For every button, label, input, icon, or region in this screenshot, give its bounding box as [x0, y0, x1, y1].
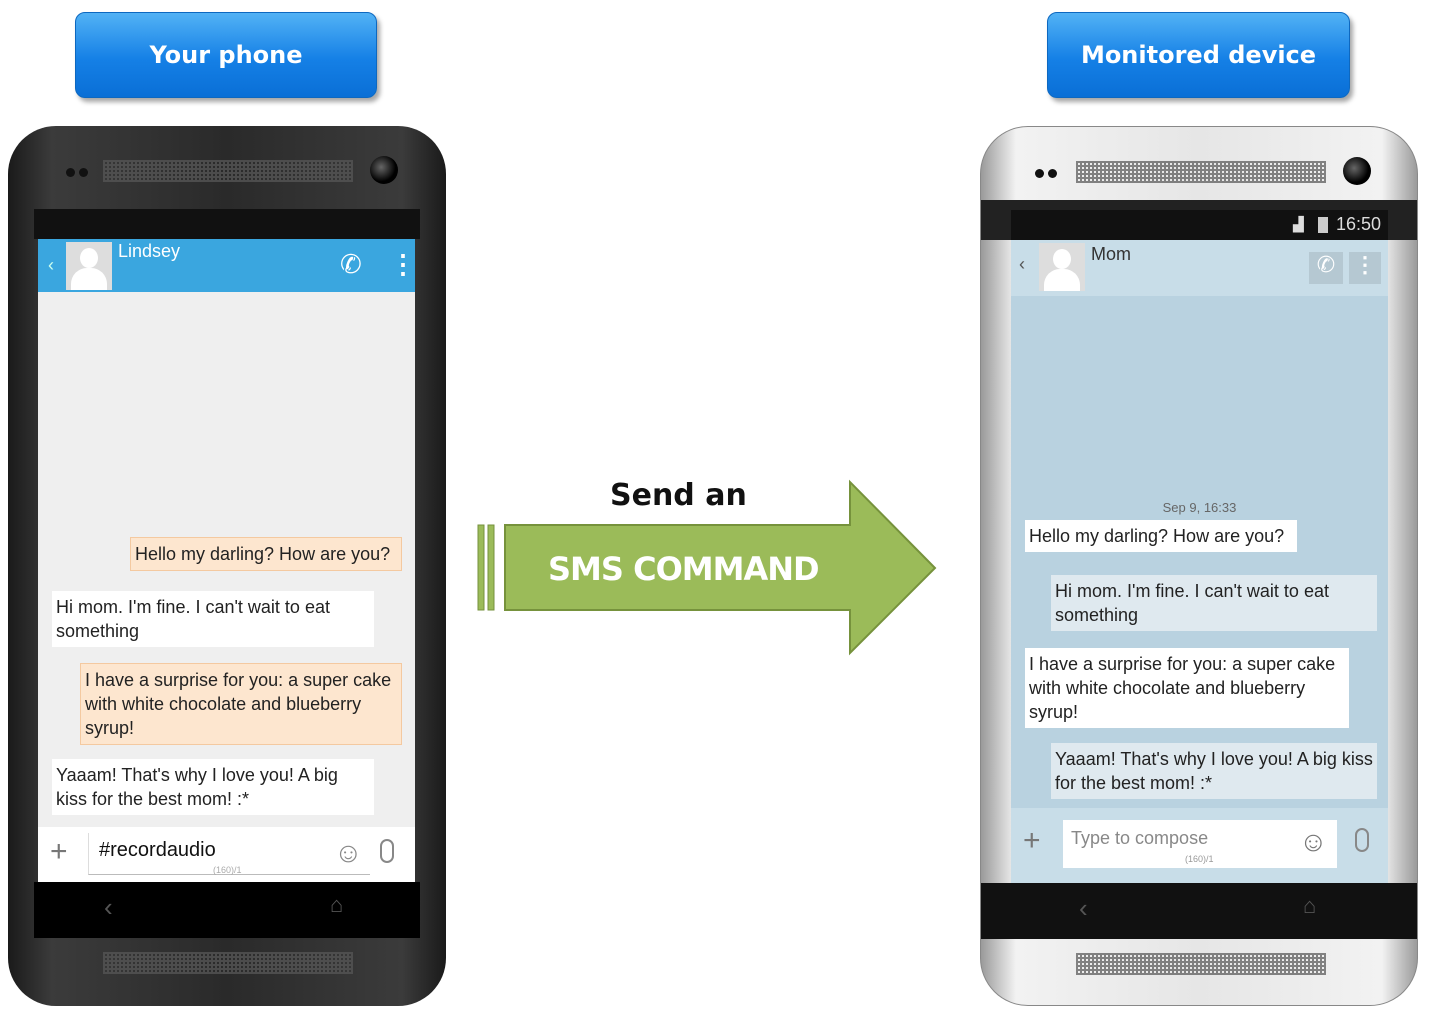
message-bubble: Hello my darling? How are you?	[130, 537, 402, 571]
front-camera	[370, 156, 398, 184]
top-speaker	[1076, 161, 1326, 183]
your-phone-label: Your phone	[75, 12, 377, 98]
more-menu-icon[interactable]: ⋮	[390, 249, 415, 280]
message-input[interactable]: #recordaudio (160)/1	[88, 833, 370, 875]
status-bar: ▟ 16:50	[1011, 210, 1388, 240]
contact-name: Lindsey	[118, 241, 181, 261]
left-screen: ‹ Lindsey ✆ ⋮ Hello my darling? How are …	[38, 209, 415, 882]
call-icon[interactable]: ✆	[1309, 252, 1343, 284]
back-nav-icon[interactable]: ‹	[1079, 893, 1088, 924]
clock: 16:50	[1336, 214, 1382, 234]
message-bubble: Yaaam! That's why I love you! A big kiss…	[52, 759, 374, 815]
home-nav-icon[interactable]: ⌂	[1303, 893, 1316, 919]
message-bubble: Hi mom. I'm fine. I can't wait to eat so…	[1051, 575, 1377, 631]
conversation-header: ‹ Lindsey ✆ ⋮	[38, 239, 415, 292]
monitored-device: ▟ 16:50 ‹ Mom ✆ ⋮ Sep 9, 16:33 Hello my …	[980, 126, 1418, 1006]
front-camera	[1343, 157, 1371, 185]
arrow-caption: Send an	[610, 478, 747, 513]
message-bubble: Hello my darling? How are you?	[1025, 520, 1297, 552]
char-counter: (160)/1	[213, 865, 242, 875]
char-counter: (160)/1	[1185, 854, 1214, 864]
message-bubble: Hi mom. I'm fine. I can't wait to eat so…	[52, 591, 374, 647]
nav-bar: ‹ ⌂	[981, 883, 1417, 939]
emoji-icon[interactable]: ☺	[334, 837, 363, 869]
top-speaker	[103, 160, 353, 182]
message-date: Sep 9, 16:33	[1162, 500, 1237, 515]
plus-icon[interactable]: +	[50, 835, 68, 869]
conversation-header: ‹ Mom ✆ ⋮	[1011, 240, 1388, 296]
message-input[interactable]: Type to compose (160)/1 ☺	[1063, 820, 1337, 868]
signal-icon: ▟	[1293, 216, 1304, 232]
monitored-device-label: Monitored device	[1047, 12, 1350, 98]
call-icon[interactable]: ✆	[340, 249, 362, 280]
message-input-value: #recordaudio	[99, 839, 216, 861]
avatar	[66, 242, 112, 290]
your-phone: ‹ Lindsey ✆ ⋮ Hello my darling? How are …	[8, 126, 446, 1006]
avatar	[1039, 243, 1085, 291]
battery-icon	[1318, 217, 1328, 233]
compose-bar: + Type to compose (160)/1 ☺	[1011, 808, 1388, 883]
sensor-dots	[1035, 169, 1065, 179]
home-nav-icon[interactable]: ⌂	[330, 892, 343, 918]
bottom-speaker	[1076, 953, 1326, 975]
microphone-icon[interactable]	[380, 839, 394, 863]
nav-bar: ‹ ⌂	[34, 882, 420, 938]
emoji-icon[interactable]: ☺	[1299, 826, 1328, 858]
back-icon[interactable]: ‹	[1019, 254, 1025, 275]
arrow-label: SMS COMMAND	[548, 550, 820, 588]
more-menu-icon[interactable]: ⋮	[1349, 252, 1381, 284]
back-icon[interactable]: ‹	[48, 255, 54, 276]
bottom-speaker	[103, 952, 353, 974]
sensor-dots	[66, 168, 96, 178]
compose-bar: + #recordaudio (160)/1 ☺	[38, 827, 415, 882]
right-screen: ▟ 16:50 ‹ Mom ✆ ⋮ Sep 9, 16:33 Hello my …	[1011, 210, 1388, 883]
back-nav-icon[interactable]: ‹	[104, 892, 113, 923]
plus-icon[interactable]: +	[1023, 824, 1041, 858]
message-bubble: Yaaam! That's why I love you! A big kiss…	[1051, 743, 1377, 799]
message-input-placeholder: Type to compose	[1071, 828, 1209, 848]
contact-name: Mom	[1091, 244, 1131, 264]
message-bubble: I have a surprise for you: a super cake …	[1025, 648, 1349, 728]
microphone-icon[interactable]	[1355, 828, 1369, 852]
message-bubble: I have a surprise for you: a super cake …	[80, 663, 402, 745]
